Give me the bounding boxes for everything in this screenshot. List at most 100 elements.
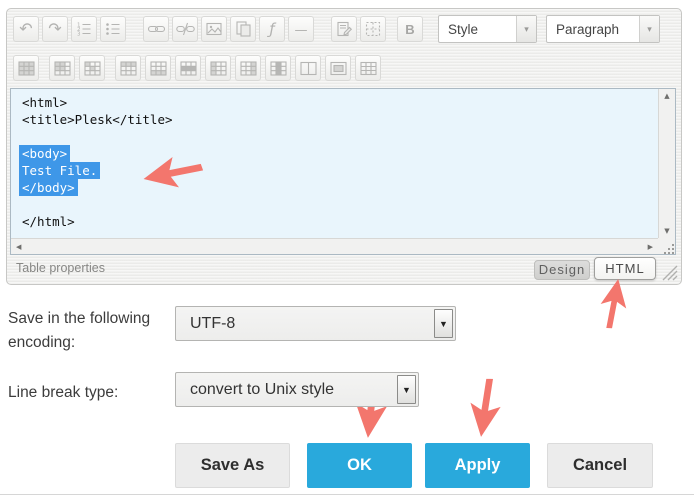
insert-row-before-button[interactable] [115, 55, 141, 81]
file-editor-page: ↶ ↷ 123 ƒ — B Style ▾ Paragraph ▾ <html><title>Pl… [0, 0, 694, 495]
resize-dots-icon [663, 242, 675, 254]
svg-text:3: 3 [77, 32, 81, 38]
code-line: <body> [22, 145, 658, 162]
scroll-right-icon[interactable]: ▶ [646, 240, 655, 254]
table-cell-properties-icon [83, 59, 102, 78]
wysiwyg-editor-panel: ↶ ↷ 123 ƒ — B Style ▾ Paragraph ▾ <html><title>Pl… [6, 8, 682, 285]
view-mode-toggle: Design HTML [534, 257, 656, 280]
code-line: <title>Plesk</title> [22, 111, 658, 128]
flash-icon: ƒ [269, 22, 274, 37]
edit-html-button[interactable] [331, 16, 357, 42]
toolbar-row-table [13, 55, 381, 81]
insert-table-icon [17, 59, 36, 78]
design-view-button[interactable]: Design [534, 260, 590, 280]
delete-table-button[interactable] [355, 55, 381, 81]
edit-html-icon [335, 20, 353, 38]
horizontal-scrollbar[interactable]: ◀ ▶ [11, 238, 658, 254]
merge-cells-button[interactable] [325, 55, 351, 81]
image-icon [205, 20, 223, 38]
bullet-list-icon [104, 20, 122, 38]
horizontal-rule-button[interactable]: — [288, 16, 314, 42]
insert-row-after-icon [149, 59, 168, 78]
insert-col-before-icon [209, 59, 228, 78]
code-line [22, 196, 658, 213]
editor-status-bar: Table properties Design HTML [10, 254, 678, 282]
linebreak-select[interactable]: convert to Unix style ▼ [175, 372, 419, 407]
style-dropdown-arrow-icon[interactable]: ▾ [516, 16, 536, 42]
flash-button[interactable]: ƒ [259, 16, 285, 42]
selected-text: Test File. [19, 162, 100, 179]
vertical-scrollbar[interactable]: ▲ ▼ [658, 89, 675, 238]
code-line: </body> [22, 179, 658, 196]
scroll-down-icon[interactable]: ▼ [662, 224, 671, 238]
scroll-left-icon[interactable]: ◀ [14, 240, 23, 254]
insert-col-after-icon [239, 59, 258, 78]
paragraph-dropdown-arrow-icon[interactable]: ▾ [639, 16, 659, 42]
linebreak-label: Line break type: [8, 381, 118, 405]
horizontal-rule-icon: — [295, 22, 308, 37]
code-editor-area[interactable]: <html><title>Plesk</title> <body>Test Fi… [10, 88, 676, 255]
insert-row-before-icon [119, 59, 138, 78]
textarea-resize-grip[interactable] [658, 238, 675, 254]
link-button[interactable] [143, 16, 169, 42]
linebreak-dropdown-icon[interactable]: ▼ [397, 375, 416, 404]
encoding-dropdown-icon[interactable]: ▼ [434, 309, 453, 338]
encoding-selected-value: UTF-8 [190, 315, 235, 333]
selected-text: <body> [19, 145, 70, 162]
paste-icon [234, 20, 252, 38]
unlink-icon [176, 20, 195, 38]
save-as-button[interactable]: Save As [175, 443, 290, 488]
bold-icon: B [405, 22, 414, 37]
encoding-select[interactable]: UTF-8 ▼ [175, 306, 456, 341]
split-cells-button[interactable] [295, 55, 321, 81]
table-row-properties-icon [53, 59, 72, 78]
scroll-up-icon[interactable]: ▲ [662, 89, 671, 103]
table-cell-properties-button[interactable] [79, 55, 105, 81]
undo-button[interactable]: ↶ [13, 16, 39, 42]
selected-text: </body> [19, 179, 78, 196]
style-dropdown[interactable]: Style ▾ [438, 15, 537, 43]
redo-icon: ↷ [48, 21, 61, 37]
apply-button[interactable]: Apply [425, 443, 530, 488]
insert-row-after-button[interactable] [145, 55, 171, 81]
code-line: <html> [22, 94, 658, 111]
annotation-arrow-apply-button [462, 376, 508, 442]
paste-button[interactable] [230, 16, 256, 42]
guidelines-button[interactable] [360, 16, 386, 42]
status-path-label: Table properties [16, 261, 105, 275]
paragraph-dropdown-value: Paragraph [556, 22, 619, 37]
code-line: Test File. [22, 162, 658, 179]
numbered-list-icon: 123 [75, 20, 93, 38]
link-icon [147, 20, 166, 38]
unlink-button[interactable] [172, 16, 198, 42]
delete-row-icon [179, 59, 198, 78]
paragraph-dropdown[interactable]: Paragraph ▾ [546, 15, 660, 43]
linebreak-selected-value: convert to Unix style [190, 381, 334, 399]
table-row-properties-button[interactable] [49, 55, 75, 81]
cancel-button[interactable]: Cancel [547, 443, 653, 488]
delete-col-icon [269, 59, 288, 78]
ok-button[interactable]: OK [307, 443, 412, 488]
undo-icon: ↶ [19, 21, 32, 37]
bold-button[interactable]: B [397, 16, 423, 42]
insert-table-button[interactable] [13, 55, 39, 81]
merge-cells-icon [329, 59, 348, 78]
delete-table-icon [359, 59, 378, 78]
code-line [22, 128, 658, 145]
guidelines-icon [364, 20, 382, 38]
split-cells-icon [299, 59, 318, 78]
delete-row-button[interactable] [175, 55, 201, 81]
panel-resize-grip-icon[interactable] [660, 263, 678, 281]
redo-button[interactable]: ↷ [42, 16, 68, 42]
code-line: </html> [22, 213, 658, 230]
delete-col-button[interactable] [265, 55, 291, 81]
code-content[interactable]: <html><title>Plesk</title> <body>Test Fi… [11, 89, 658, 238]
encoding-label: Save in the following encoding: [8, 307, 170, 355]
numbered-list-button[interactable]: 123 [71, 16, 97, 42]
bullet-list-button[interactable] [100, 16, 126, 42]
style-dropdown-value: Style [448, 22, 478, 37]
insert-col-after-button[interactable] [235, 55, 261, 81]
insert-col-before-button[interactable] [205, 55, 231, 81]
image-button[interactable] [201, 16, 227, 42]
toolbar-row-formatting: ↶ ↷ 123 ƒ — B Style ▾ Paragraph ▾ [13, 15, 660, 43]
